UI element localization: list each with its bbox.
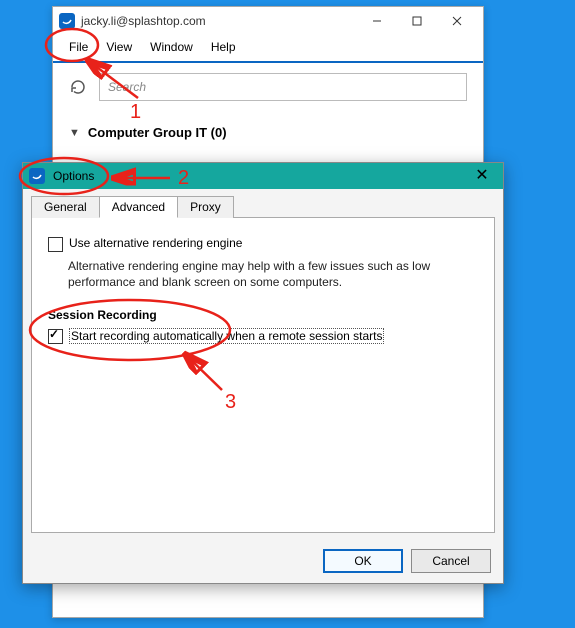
menubar: File View Window Help bbox=[53, 35, 483, 63]
refresh-icon[interactable] bbox=[69, 78, 87, 96]
alt-render-hint: Alternative rendering engine may help wi… bbox=[68, 258, 478, 290]
window-title: jacky.li@splashtop.com bbox=[81, 14, 357, 28]
dialog-close-button[interactable]: ✕ bbox=[467, 168, 497, 184]
alt-render-checkbox[interactable] bbox=[48, 237, 63, 252]
computer-group-label: Computer Group IT (0) bbox=[88, 125, 227, 140]
tab-general[interactable]: General bbox=[31, 196, 100, 218]
search-placeholder: Search bbox=[108, 80, 146, 94]
cancel-button[interactable]: Cancel bbox=[411, 549, 491, 573]
tab-proxy[interactable]: Proxy bbox=[177, 196, 234, 218]
menu-window[interactable]: Window bbox=[148, 39, 195, 55]
close-button[interactable] bbox=[437, 7, 477, 35]
tab-panel-advanced: Use alternative rendering engine Alterna… bbox=[31, 217, 495, 533]
maximize-button[interactable] bbox=[397, 7, 437, 35]
search-input[interactable]: Search bbox=[99, 73, 467, 101]
menu-help[interactable]: Help bbox=[209, 39, 238, 55]
ok-button[interactable]: OK bbox=[323, 549, 403, 573]
titlebar: jacky.li@splashtop.com bbox=[53, 7, 483, 35]
auto-record-checkbox[interactable] bbox=[48, 329, 63, 344]
computer-group-row[interactable]: ▼ Computer Group IT (0) bbox=[69, 125, 467, 140]
app-icon bbox=[29, 168, 45, 184]
disclosure-triangle-icon: ▼ bbox=[69, 127, 80, 139]
dialog-titlebar: Options ✕ bbox=[23, 163, 503, 189]
options-dialog: Options ✕ General Advanced Proxy Use alt… bbox=[22, 162, 504, 584]
session-recording-heading: Session Recording bbox=[48, 308, 478, 322]
main-content: Search ▼ Computer Group IT (0) bbox=[53, 63, 483, 150]
menu-file[interactable]: File bbox=[67, 39, 90, 55]
tab-advanced[interactable]: Advanced bbox=[99, 196, 178, 218]
minimize-button[interactable] bbox=[357, 7, 397, 35]
app-icon bbox=[59, 13, 75, 29]
menu-view[interactable]: View bbox=[104, 39, 134, 55]
dialog-button-row: OK Cancel bbox=[323, 549, 491, 573]
tabstrip: General Advanced Proxy bbox=[31, 195, 503, 217]
dialog-title: Options bbox=[53, 169, 467, 183]
alt-render-label: Use alternative rendering engine bbox=[69, 236, 242, 250]
auto-record-label: Start recording automatically when a rem… bbox=[69, 328, 384, 344]
